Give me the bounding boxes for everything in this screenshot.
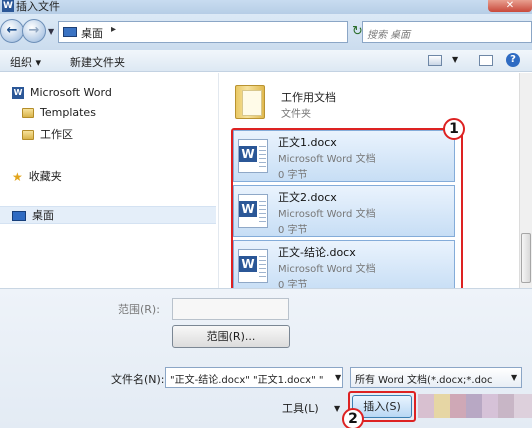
desktop-icon bbox=[12, 211, 26, 221]
filetype-chevron-icon[interactable]: ▼ bbox=[511, 373, 517, 382]
file-name: 正文2.docx bbox=[278, 191, 337, 204]
file-size: 0 字节 bbox=[278, 170, 308, 181]
folder-icon bbox=[22, 130, 34, 140]
folder-item[interactable]: 工作用文档 文件夹 bbox=[235, 83, 455, 123]
file-size: 0 字节 bbox=[278, 225, 308, 236]
desktop-icon bbox=[63, 27, 77, 37]
back-button[interactable]: ← bbox=[0, 19, 24, 43]
change-view-icon[interactable] bbox=[428, 55, 442, 66]
sidebar-item-label: Microsoft Word bbox=[30, 86, 112, 99]
sidebar-item-label: 桌面 bbox=[32, 209, 54, 222]
recent-pages-chevron-icon[interactable]: ▼ bbox=[48, 27, 54, 36]
sidebar-item-templates[interactable]: Templates bbox=[22, 106, 96, 124]
tools-chevron-icon[interactable]: ▼ bbox=[334, 404, 340, 413]
search-input[interactable]: 搜索 桌面 bbox=[362, 21, 532, 43]
file-item[interactable]: W 正文2.docx Microsoft Word 文档 0 字节 bbox=[233, 185, 455, 237]
range-label: 范围(R): bbox=[118, 303, 160, 316]
view-options-chevron-icon[interactable]: ▼ bbox=[452, 55, 458, 64]
forward-button[interactable]: → bbox=[22, 19, 46, 43]
sidebar-item-label: 工作区 bbox=[40, 128, 73, 141]
file-type: Microsoft Word 文档 bbox=[278, 264, 376, 275]
file-item[interactable]: W 正文1.docx Microsoft Word 文档 0 字节 bbox=[233, 130, 455, 182]
breadcrumb-chevron-icon[interactable]: ▸ bbox=[111, 24, 116, 35]
mosaic-block bbox=[434, 394, 450, 418]
close-button[interactable]: ✕ bbox=[488, 0, 532, 12]
arrow-left-icon: ← bbox=[6, 23, 18, 38]
vertical-scrollbar[interactable] bbox=[519, 73, 532, 288]
sidebar-item-workspace[interactable]: 工作区 bbox=[22, 126, 73, 144]
filetype-select[interactable]: 所有 Word 文档(*.docx;*.doc bbox=[350, 367, 522, 388]
dialog-footer: 范围(R): 范围(R)... 文件名(N): "正文-结论.docx" "正文… bbox=[0, 288, 532, 428]
sidebar-item-label: Templates bbox=[40, 106, 96, 119]
mosaic-block bbox=[418, 394, 434, 418]
scrollbar-thumb[interactable] bbox=[521, 233, 531, 283]
sidebar-item-label: 收藏夹 bbox=[28, 170, 62, 183]
filename-dropdown-chevron-icon[interactable]: ▼ bbox=[335, 373, 341, 382]
arrow-right-icon: → bbox=[28, 23, 40, 38]
range-input[interactable] bbox=[172, 298, 289, 320]
mosaic-block bbox=[466, 394, 482, 418]
file-type: Microsoft Word 文档 bbox=[278, 209, 376, 220]
file-list: 工作用文档 文件夹 W 正文1.docx Microsoft Word 文档 0… bbox=[219, 73, 519, 292]
folder-name: 工作用文档 bbox=[281, 91, 336, 104]
range-button[interactable]: 范围(R)... bbox=[172, 325, 290, 348]
mosaic-block bbox=[482, 394, 498, 418]
mosaic-block bbox=[498, 394, 514, 418]
file-name: 正文1.docx bbox=[278, 136, 337, 149]
sidebar-item-microsoft-word[interactable]: W Microsoft Word bbox=[12, 86, 112, 104]
address-bar[interactable]: 桌面 ▸ bbox=[58, 21, 348, 43]
folder-icon bbox=[235, 85, 265, 119]
sidebar-item-desktop[interactable]: 桌面 bbox=[0, 206, 216, 224]
step-callout-2: 2 bbox=[342, 408, 364, 428]
help-icon[interactable]: ? bbox=[506, 53, 520, 67]
star-icon: ★ bbox=[12, 170, 23, 184]
word-app-icon: W bbox=[2, 0, 14, 12]
file-type: Microsoft Word 文档 bbox=[278, 154, 376, 165]
organize-button[interactable]: 组织 ▾ bbox=[10, 54, 41, 70]
word-document-icon: W bbox=[238, 249, 268, 283]
mosaic-block bbox=[514, 394, 532, 418]
folder-icon bbox=[22, 108, 34, 118]
word-document-icon: W bbox=[238, 139, 268, 173]
sidebar-item-favorites[interactable]: ★ 收藏夹 bbox=[12, 168, 62, 186]
command-toolbar: 组织 ▾ 新建文件夹 ▼ ? bbox=[0, 50, 532, 72]
tools-menu[interactable]: 工具(L) bbox=[282, 400, 319, 416]
mosaic-block bbox=[450, 394, 466, 418]
word-document-icon: W bbox=[238, 194, 268, 228]
word-icon: W bbox=[12, 87, 24, 99]
new-folder-button[interactable]: 新建文件夹 bbox=[70, 54, 125, 70]
search-placeholder[interactable]: 搜索 桌面 bbox=[367, 26, 410, 41]
navigation-pane: W Microsoft Word Templates 工作区 ★ 收藏夹 桌面 bbox=[0, 73, 218, 288]
title-bar: W 插入文件 ✕ bbox=[0, 0, 532, 14]
filename-input[interactable]: "正文-结论.docx" "正文1.docx" " bbox=[165, 367, 343, 388]
window-title: 插入文件 bbox=[16, 0, 60, 13]
preview-pane-icon[interactable] bbox=[479, 55, 493, 66]
navigation-bar: ← → ▼ 桌面 ▸ ↻ 搜索 桌面 bbox=[0, 14, 532, 50]
file-item[interactable]: W 正文-结论.docx Microsoft Word 文档 0 字节 bbox=[233, 240, 455, 292]
address-path[interactable]: 桌面 bbox=[81, 25, 103, 41]
filename-label: 文件名(N): bbox=[111, 373, 165, 386]
step-callout-1: 1 bbox=[443, 118, 465, 140]
folder-type: 文件夹 bbox=[281, 109, 311, 120]
file-name: 正文-结论.docx bbox=[278, 246, 356, 259]
